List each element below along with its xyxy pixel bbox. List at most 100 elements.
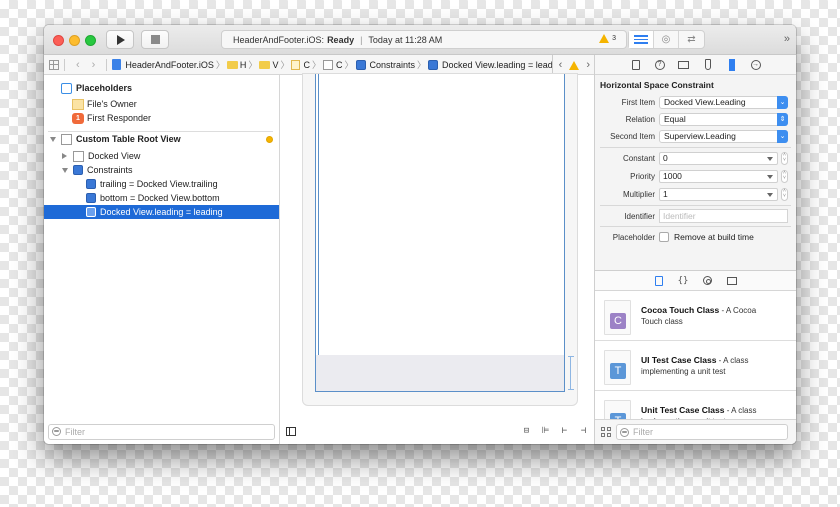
constant-combo[interactable]: 0 — [659, 151, 778, 165]
outline-placeholders[interactable]: Placeholders — [44, 81, 279, 95]
related-items-icon[interactable] — [49, 59, 59, 70]
jumpbar-item-view[interactable]: C — [336, 60, 343, 70]
filter-placeholder: Filter — [633, 427, 653, 437]
toggle-outline-icon[interactable] — [286, 427, 296, 436]
priority-value: 1000 — [663, 171, 682, 181]
media-library-icon[interactable] — [727, 276, 738, 285]
minimize-window-button[interactable] — [69, 35, 80, 46]
activity-separator: | — [360, 34, 363, 45]
library-item-desc-2: Touch class — [641, 317, 683, 326]
identity-inspector-tab[interactable] — [678, 59, 689, 71]
jumpbar-item-project[interactable]: HeaderAndFooter.iOS — [125, 60, 214, 70]
first-responder-icon: 1 — [72, 112, 84, 124]
constant-label: Constant — [622, 153, 655, 163]
placeholder-label: Placeholder — [612, 232, 655, 242]
connections-inspector-tab[interactable]: → — [750, 59, 761, 71]
priority-combo[interactable]: 1000 — [659, 169, 778, 183]
object-library-icon[interactable] — [703, 276, 713, 285]
constraints-icon — [73, 165, 83, 175]
embed-in-stack-icon[interactable]: ⊟ — [520, 426, 533, 436]
outline-label: bottom = Docked View.bottom — [100, 193, 220, 203]
previous-issue-button[interactable]: ‹ — [559, 59, 563, 71]
library-item-cocoa-touch-class[interactable]: C Cocoa Touch Class - A Cocoa Touch clas… — [595, 292, 796, 341]
outline-root-view[interactable]: Custom Table Root View — [44, 132, 279, 146]
constraint-icon — [428, 59, 439, 70]
outline-constraint-trailing[interactable]: trailing = Docked View.trailing — [44, 177, 279, 191]
disclosure-expanded-icon[interactable] — [62, 167, 68, 173]
outline-constraint-leading[interactable]: Docked View.leading = leading — [44, 205, 279, 219]
next-issue-button[interactable]: › — [586, 59, 590, 71]
warning-indicator-icon[interactable] — [266, 135, 273, 143]
chevron-right-icon: 〉 — [215, 60, 225, 70]
constant-stepper[interactable]: ˄ ˅ — [781, 151, 788, 165]
multiplier-combo[interactable]: 1 — [659, 187, 778, 201]
outline-label: Placeholders — [76, 83, 133, 93]
first-item-popup[interactable]: Docked View.Leading ⌄ — [659, 95, 788, 109]
library-filter-input[interactable]: Filter — [616, 424, 788, 440]
resolve-issues-icon[interactable]: ⊣ — [577, 426, 590, 436]
multiplier-stepper[interactable]: ˄ ˅ — [781, 187, 788, 201]
outline-docked-view[interactable]: Docked View — [44, 149, 279, 163]
second-item-value: Superview.Leading — [664, 131, 736, 141]
interface-builder-canvas[interactable]: ⊟ ⊫ ⊢ ⊣ — [280, 73, 594, 444]
warning-count: 3 — [612, 35, 616, 42]
inspector-panel: ? → Horizontal Space Constraint First It… — [594, 55, 796, 444]
docked-view[interactable] — [316, 355, 564, 392]
forward-button[interactable]: › — [92, 59, 96, 71]
file-inspector-tab[interactable] — [630, 59, 641, 71]
zoom-window-button[interactable] — [85, 35, 96, 46]
chevron-right-icon: 〉 — [417, 60, 427, 70]
stop-button[interactable] — [141, 30, 169, 49]
outline-first-responder[interactable]: 1 First Responder — [44, 111, 279, 125]
jumpbar-item-constraints[interactable]: Constraints — [370, 60, 416, 70]
outline-filter-input[interactable]: Filter — [48, 423, 275, 440]
identifier-input[interactable]: Identifier — [659, 209, 788, 223]
run-button[interactable] — [106, 30, 134, 49]
jumpbar-item-group-h[interactable]: H — [240, 60, 247, 70]
toolbar-overflow-button[interactable]: » — [784, 33, 790, 45]
size-inspector-tab[interactable] — [726, 58, 737, 71]
chevron-down-icon: ⌄ — [777, 95, 788, 109]
outline-label: Custom Table Root View — [76, 134, 181, 144]
outline-label: Docked View — [88, 151, 141, 161]
close-window-button[interactable] — [53, 35, 64, 46]
quick-help-tab[interactable]: ? — [654, 59, 665, 71]
priority-stepper[interactable]: ˄ ˅ — [781, 169, 788, 183]
version-editor-button[interactable]: ⇄ — [679, 31, 704, 48]
warning-icon[interactable] — [569, 60, 580, 70]
leading-constraint-line[interactable] — [318, 74, 319, 392]
outline-files-owner[interactable]: File's Owner — [44, 97, 279, 111]
toolbar: HeaderAndFooter.iOS: Ready | Today at 11… — [44, 25, 796, 55]
filter-icon — [620, 427, 629, 437]
jumpbar-item-group-v[interactable]: V — [272, 60, 278, 70]
disclosure-expanded-icon[interactable] — [50, 136, 56, 142]
library-item-ui-test-case-class[interactable]: T UI Test Case Class - A class implement… — [595, 342, 796, 391]
align-icon[interactable]: ⊫ — [539, 426, 552, 436]
inspector-divider — [600, 147, 791, 148]
attributes-inspector-tab[interactable] — [702, 59, 713, 71]
file-template-icon[interactable] — [654, 275, 663, 286]
remove-at-build-time-checkbox[interactable] — [659, 232, 669, 242]
disclosure-collapsed-icon[interactable] — [62, 153, 67, 159]
file-inspector-icon — [631, 59, 640, 70]
pin-icon[interactable]: ⊢ — [558, 426, 571, 436]
standard-editor-button[interactable] — [629, 31, 654, 48]
inspector-tabs: ? → — [595, 55, 796, 75]
second-item-popup[interactable]: Superview.Leading ⌄ — [659, 129, 788, 143]
code-snippet-icon[interactable]: {} — [678, 276, 689, 286]
warnings-badge[interactable]: 3 — [599, 34, 616, 43]
outline-constraints[interactable]: Constraints — [44, 163, 279, 177]
custom-table-root-view[interactable] — [315, 74, 565, 392]
relation-popup[interactable]: Equal ⇕ — [659, 112, 788, 126]
remove-at-build-time-label[interactable]: Remove at build time — [674, 232, 754, 242]
outline-constraint-bottom[interactable]: bottom = Docked View.bottom — [44, 191, 279, 205]
back-button[interactable]: ‹ — [76, 59, 80, 71]
chevron-right-icon: 〉 — [311, 60, 321, 70]
canvas-bottom-bar: ⊟ ⊫ ⊢ ⊣ — [280, 419, 594, 444]
jumpbar-item-file[interactable]: C — [303, 60, 310, 70]
build-status: Ready — [327, 34, 355, 45]
assistant-editor-button[interactable]: ◎ — [654, 31, 679, 48]
jumpbar-item-constraint[interactable]: Docked View.leading = leading — [442, 60, 565, 70]
grid-view-icon[interactable] — [601, 427, 611, 437]
bottom-constraint-indicator[interactable] — [568, 356, 574, 390]
